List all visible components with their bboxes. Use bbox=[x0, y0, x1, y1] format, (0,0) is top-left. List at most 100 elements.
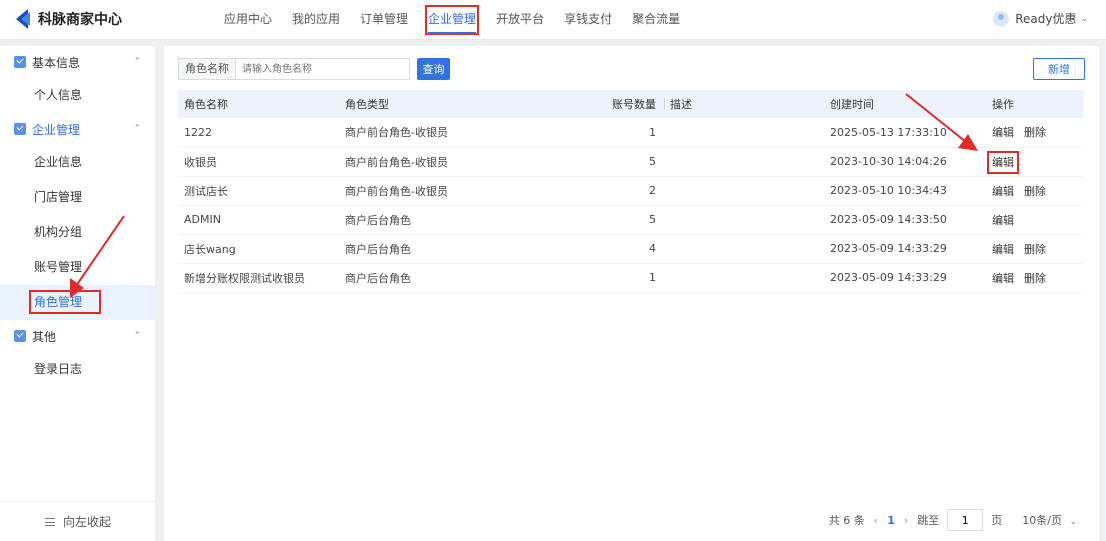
add-role-button[interactable]: 新增 bbox=[1033, 58, 1085, 80]
cell-created: 2023-05-09 14:33:29 bbox=[824, 263, 986, 293]
cell-description bbox=[664, 147, 824, 177]
cell-actions: 编辑 bbox=[986, 147, 1084, 177]
cell-role-type: 商户前台角色-收银员 bbox=[339, 176, 539, 206]
brand-title: 科脉商家中心 bbox=[38, 12, 122, 28]
main-panel: 角色名称 查询 新增 角色名称 角色类型 账号数量 描述 创建时间 操作 122… bbox=[164, 46, 1099, 541]
top-bar: 科脉商家中心 应用中心 我的应用 订单管理 企业管理 开放平台 享钱支付 聚合流… bbox=[0, 0, 1106, 40]
nav-open-platform[interactable]: 开放平台 bbox=[488, 0, 552, 40]
sidebar-item-roles[interactable]: 角色管理 bbox=[0, 285, 155, 320]
nav-traffic[interactable]: 聚合流量 bbox=[624, 0, 688, 40]
role-name-input[interactable] bbox=[235, 58, 410, 80]
nav-payment[interactable]: 享钱支付 bbox=[556, 0, 620, 40]
search-button[interactable]: 查询 bbox=[417, 58, 450, 80]
chevron-down-icon: ⌄ bbox=[1080, 13, 1088, 24]
nav-app-center[interactable]: 应用中心 bbox=[216, 0, 280, 40]
col-actions: 操作 bbox=[986, 90, 1084, 118]
prev-page-icon[interactable]: ‹ bbox=[874, 514, 878, 527]
sidebar-item-login-log[interactable]: 登录日志 bbox=[0, 352, 155, 387]
cell-role-name: ADMIN bbox=[178, 205, 339, 235]
delete-button[interactable]: 删除 bbox=[1024, 243, 1046, 256]
col-created: 创建时间 bbox=[824, 90, 986, 118]
table-row: 收银员 商户前台角色-收银员 5 2023-10-30 14:04:26 编辑 bbox=[178, 147, 1084, 177]
cell-role-name: 店长wang bbox=[178, 234, 339, 264]
goto-label: 跳至 bbox=[917, 514, 940, 527]
cell-created: 2023-10-30 14:04:26 bbox=[824, 147, 986, 177]
sidebar-item-accounts[interactable]: 账号管理 bbox=[0, 250, 155, 285]
sidebar-item-stores[interactable]: 门店管理 bbox=[0, 180, 155, 215]
cell-created: 2023-05-10 10:34:43 bbox=[824, 176, 986, 206]
cell-account-count: 5 bbox=[539, 147, 664, 177]
col-account-count: 账号数量 bbox=[539, 90, 664, 118]
cell-description bbox=[664, 263, 824, 293]
edit-button[interactable]: 编辑 bbox=[992, 185, 1014, 198]
nav-orders[interactable]: 订单管理 bbox=[352, 0, 416, 40]
cell-description bbox=[664, 176, 824, 206]
cell-created: 2023-05-09 14:33:50 bbox=[824, 205, 986, 235]
menu-icon bbox=[44, 517, 55, 526]
sidebar: 基本信息 ⌃ 个人信息 企业管理 ⌃ 企业信息 门店管理 机构分组 账号管理 角… bbox=[0, 46, 156, 541]
current-page[interactable]: 1 bbox=[887, 514, 895, 527]
total-count: 共 6 条 bbox=[828, 514, 865, 527]
group-icon bbox=[14, 123, 26, 135]
delete-button[interactable]: 删除 bbox=[1024, 185, 1046, 198]
sidebar-item-profile[interactable]: 个人信息 bbox=[0, 78, 155, 113]
sidebar-item-enterprise-info[interactable]: 企业信息 bbox=[0, 145, 155, 180]
cell-actions: 编辑 删除 bbox=[986, 118, 1084, 148]
cell-account-count: 1 bbox=[539, 263, 664, 293]
edit-button[interactable]: 编辑 bbox=[992, 243, 1014, 256]
user-menu[interactable]: Ready优惠 ⌄ bbox=[993, 10, 1088, 27]
page-size-select[interactable]: 10条/页 ⌄ bbox=[1022, 512, 1077, 528]
search-bar: 角色名称 查询 bbox=[178, 58, 450, 80]
brand[interactable]: 科脉商家中心 bbox=[16, 9, 122, 29]
group-icon bbox=[14, 330, 26, 342]
table-row: 测试店长 商户前台角色-收银员 2 2023-05-10 10:34:43 编辑… bbox=[178, 176, 1084, 206]
sidebar-group-label: 企业管理 bbox=[32, 122, 81, 137]
sidebar-item-org-groups[interactable]: 机构分组 bbox=[0, 215, 155, 250]
top-nav: 应用中心 我的应用 订单管理 企业管理 开放平台 享钱支付 聚合流量 bbox=[216, 0, 692, 40]
cell-actions: 编辑 bbox=[986, 205, 1084, 235]
delete-button[interactable]: 删除 bbox=[1024, 272, 1046, 285]
edit-button[interactable]: 编辑 bbox=[992, 272, 1014, 285]
table-header-row: 角色名称 角色类型 账号数量 描述 创建时间 操作 bbox=[178, 90, 1084, 118]
brand-logo-icon bbox=[16, 9, 30, 29]
nav-enterprise[interactable]: 企业管理 bbox=[420, 0, 484, 40]
chevron-up-icon: ⌃ bbox=[133, 57, 141, 67]
cell-role-type: 商户前台角色-收银员 bbox=[339, 147, 539, 177]
user-name: Ready优惠 bbox=[1015, 12, 1077, 26]
nav-my-apps[interactable]: 我的应用 bbox=[284, 0, 348, 40]
edit-button[interactable]: 编辑 bbox=[987, 150, 1019, 174]
cell-role-name: 收银员 bbox=[178, 147, 339, 177]
search-label: 角色名称 bbox=[178, 58, 235, 80]
chevron-up-icon: ⌃ bbox=[133, 124, 141, 134]
cell-actions: 编辑 删除 bbox=[986, 234, 1084, 264]
sidebar-group-other[interactable]: 其他 ⌃ bbox=[0, 320, 155, 352]
sidebar-group-basic[interactable]: 基本信息 ⌃ bbox=[0, 46, 155, 78]
collapse-label: 向左收起 bbox=[62, 515, 111, 529]
cell-actions: 编辑 删除 bbox=[986, 263, 1084, 293]
edit-button[interactable]: 编辑 bbox=[992, 126, 1014, 139]
sidebar-group-label: 基本信息 bbox=[32, 55, 81, 70]
table-row: 店长wang 商户后台角色 4 2023-05-09 14:33:29 编辑 删除 bbox=[178, 234, 1084, 264]
cell-account-count: 5 bbox=[539, 205, 664, 235]
cell-role-type: 商户后台角色 bbox=[339, 205, 539, 235]
collapse-sidebar-button[interactable]: 向左收起 bbox=[0, 501, 156, 541]
col-role-name: 角色名称 bbox=[178, 90, 339, 118]
sidebar-group-label: 其他 bbox=[32, 329, 57, 344]
sidebar-group-enterprise[interactable]: 企业管理 ⌃ bbox=[0, 113, 155, 145]
chevron-down-icon: ⌄ bbox=[1069, 517, 1077, 527]
edit-button[interactable]: 编辑 bbox=[992, 214, 1014, 227]
goto-page-input[interactable] bbox=[947, 509, 984, 531]
roles-table: 角色名称 角色类型 账号数量 描述 创建时间 操作 1222 商户前台角色-收银… bbox=[178, 90, 1084, 293]
sidebar-item-label: 角色管理 bbox=[28, 290, 102, 314]
avatar bbox=[993, 10, 1010, 27]
delete-button[interactable]: 删除 bbox=[1024, 126, 1046, 139]
cell-created: 2023-05-09 14:33:29 bbox=[824, 234, 986, 264]
page-unit: 页 bbox=[991, 514, 1003, 527]
table-row: 1222 商户前台角色-收银员 1 2025-05-13 17:33:10 编辑… bbox=[178, 118, 1084, 148]
chevron-up-icon: ⌃ bbox=[133, 331, 141, 341]
cell-description bbox=[664, 118, 824, 148]
cell-account-count: 1 bbox=[539, 118, 664, 148]
cell-role-type: 商户后台角色 bbox=[339, 263, 539, 293]
cell-account-count: 4 bbox=[539, 234, 664, 264]
next-page-icon[interactable]: › bbox=[904, 514, 908, 527]
